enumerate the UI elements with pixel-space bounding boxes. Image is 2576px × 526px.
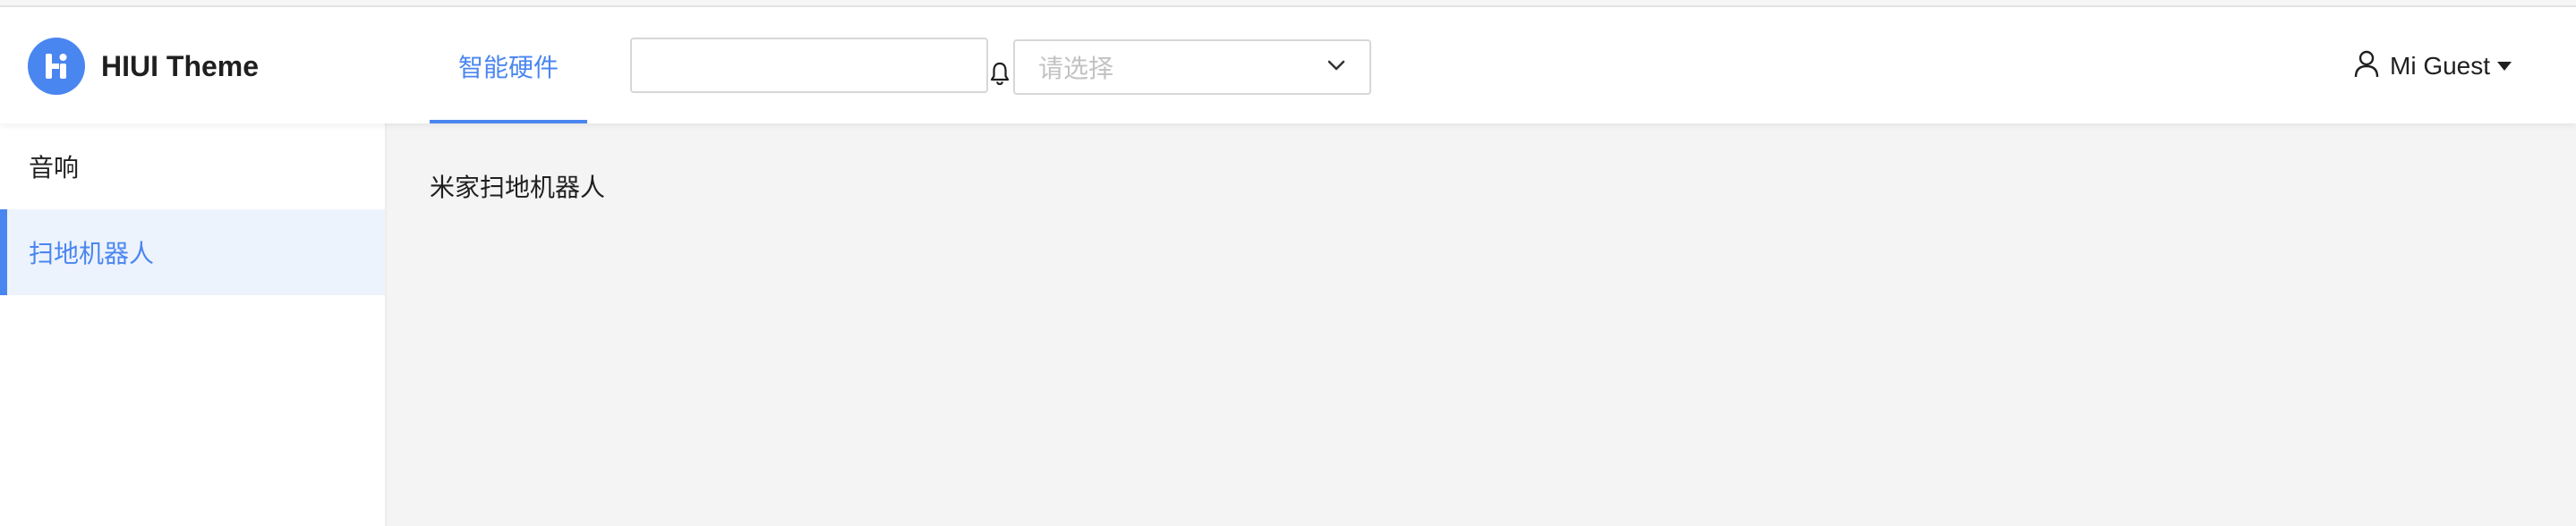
user-menu[interactable]: Mi Guest — [2354, 48, 2512, 84]
logo[interactable]: HIUI Theme — [28, 38, 259, 95]
category-select[interactable]: 请选择 — [1013, 39, 1371, 95]
sidebar-item-speaker[interactable]: 音响 — [0, 123, 385, 209]
bell-icon[interactable] — [990, 61, 1010, 86]
caret-down-icon — [2497, 62, 2512, 71]
select-placeholder: 请选择 — [1038, 55, 1114, 82]
user-icon — [2354, 50, 2379, 83]
sidebar: 音响 扫地机器人 — [0, 123, 387, 526]
top-strip — [0, 0, 2576, 7]
header: HIUI Theme 智能硬件 请选择 Mi Guest — [0, 9, 2576, 123]
sidebar-item-robot-vacuum[interactable]: 扫地机器人 — [0, 209, 385, 295]
hiui-logo-icon — [28, 38, 85, 95]
sidebar-item-label: 扫地机器人 — [29, 240, 155, 267]
chevron-down-icon — [1326, 59, 1346, 76]
user-name: Mi Guest — [2390, 52, 2491, 80]
search-input[interactable] — [630, 38, 988, 93]
tab-smart-hardware[interactable]: 智能硬件 — [430, 9, 587, 123]
app-title: HIUI Theme — [101, 49, 260, 82]
content-title: 米家扫地机器人 — [430, 174, 606, 201]
main-content: 米家扫地机器人 — [387, 123, 2576, 526]
sidebar-item-label: 音响 — [29, 154, 80, 182]
